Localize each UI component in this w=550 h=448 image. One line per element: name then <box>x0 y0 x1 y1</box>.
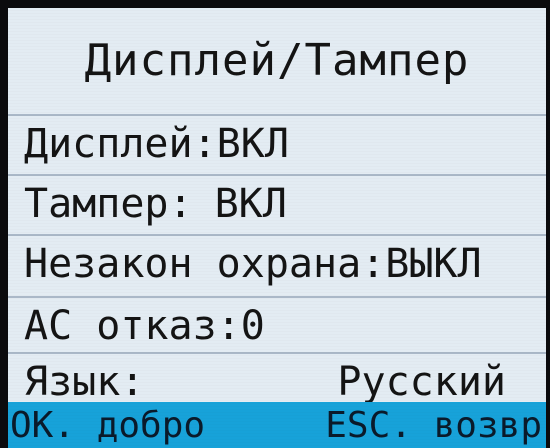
ok-softkey[interactable]: OK. добро <box>10 405 205 446</box>
menu-item-value: ВЫКЛ <box>385 241 482 287</box>
device-bezel: Дисплей/Тампер Дисплей: ВКЛ Тампер: ВКЛ … <box>0 0 550 448</box>
menu-item-value: ВКЛ <box>216 121 289 167</box>
softkey-bar: OK. добро ESC. возвр <box>8 402 546 448</box>
menu-item-label: Тампер: <box>24 181 193 227</box>
menu-item-value: Русский <box>337 359 506 405</box>
menu-item-display[interactable]: Дисплей: ВКЛ <box>8 114 546 172</box>
menu-item-label: Дисплей: <box>24 121 217 167</box>
lcd-screen: Дисплей/Тампер Дисплей: ВКЛ Тампер: ВКЛ … <box>8 8 546 448</box>
menu-item-label: Язык: <box>24 359 145 405</box>
menu-item-value: 0 <box>240 303 265 349</box>
menu-title: Дисплей/Тампер <box>84 34 470 86</box>
menu-item-label: AC отказ: <box>24 303 241 349</box>
menu-item-value: ВКЛ <box>214 181 287 227</box>
menu-item-tamper[interactable]: Тампер: ВКЛ <box>8 174 546 232</box>
menu-item-ac-failure[interactable]: AC отказ: 0 <box>8 296 546 354</box>
menu-item-label: Незакон охрана: <box>24 241 386 287</box>
esc-softkey[interactable]: ESC. возвр <box>325 405 542 446</box>
menu-item-illegal-arming[interactable]: Незакон охрана: ВЫКЛ <box>8 234 546 292</box>
